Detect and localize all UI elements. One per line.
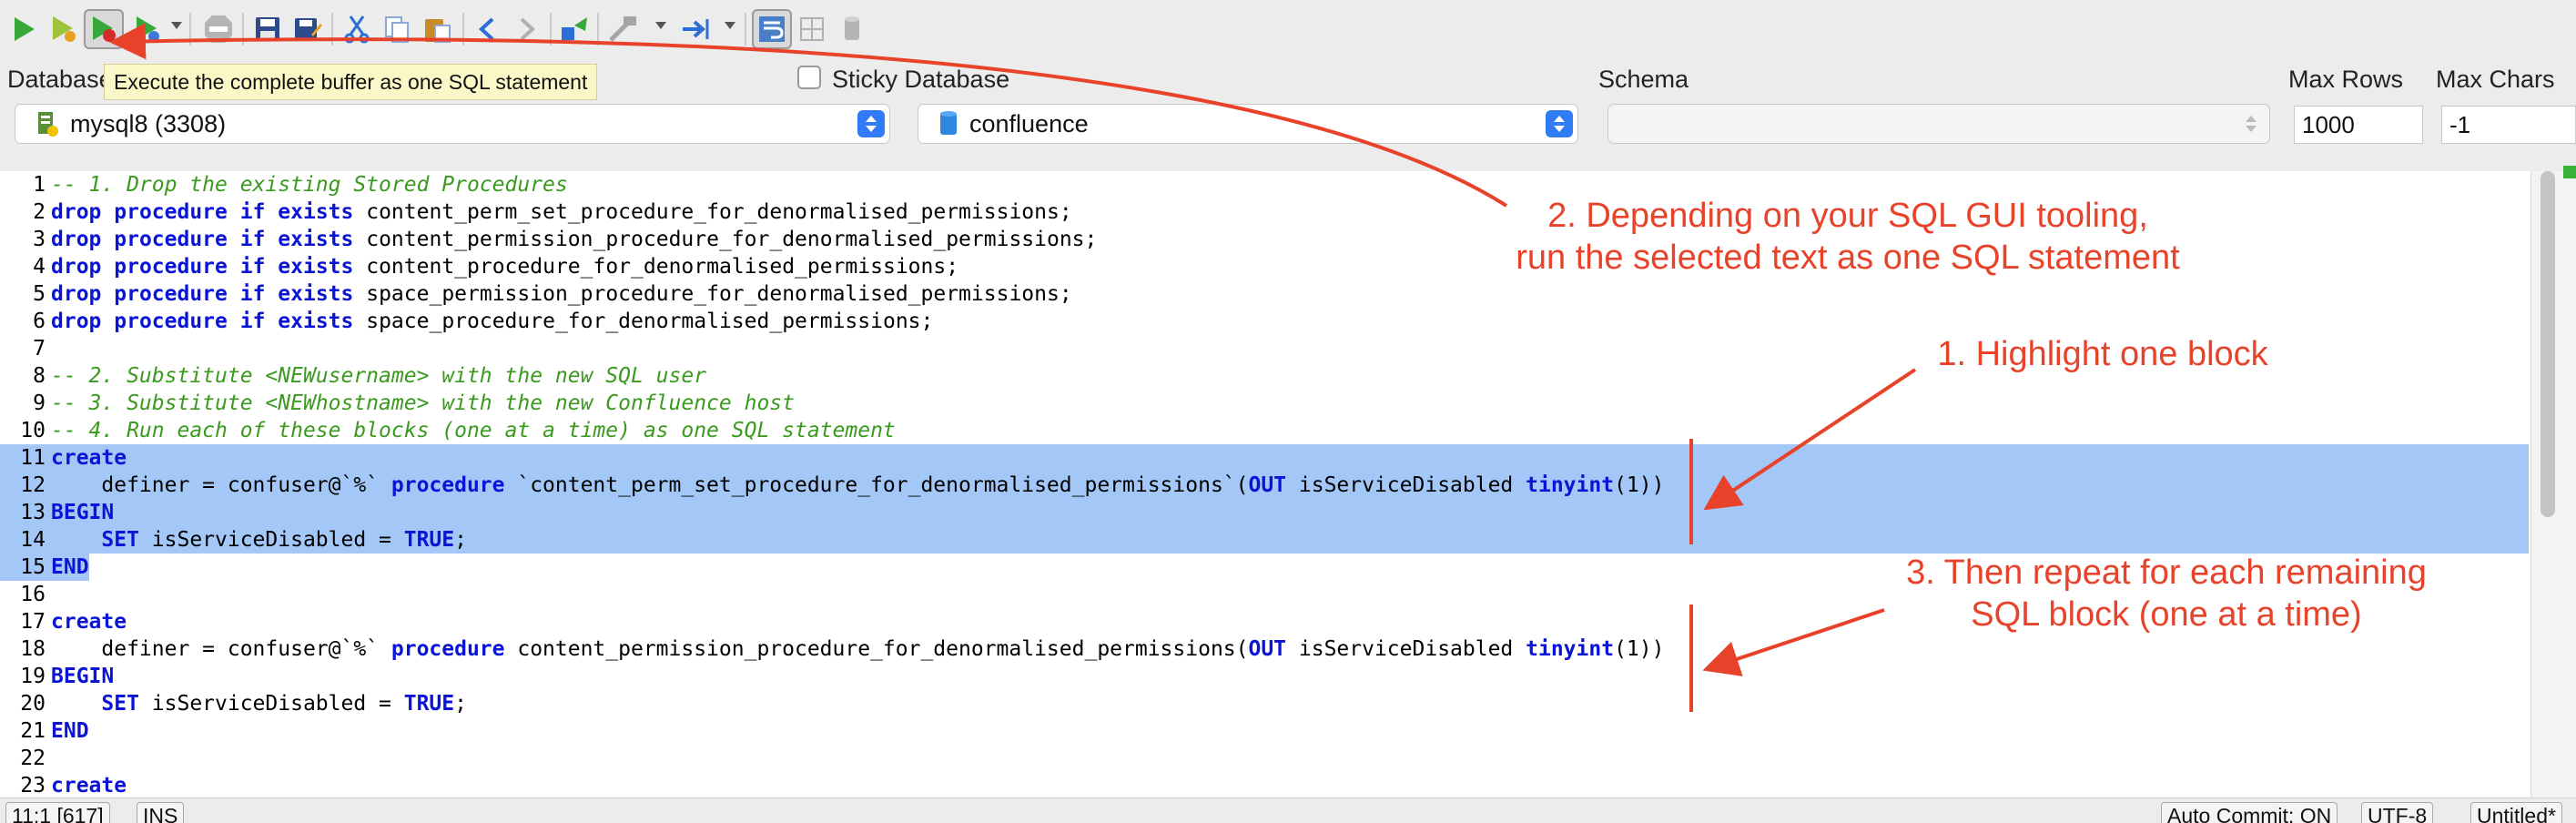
annotation-step1: 1. Highlight one block — [1921, 333, 2285, 375]
arrow-to-execute-button — [109, 23, 1508, 208]
annotation-arrows — [109, 23, 1917, 712]
annotation-step2: 2. Depending on your SQL GUI tooling, ru… — [1475, 195, 2221, 279]
annotation-line: 3. Then repeat for each remaining — [1906, 554, 2427, 592]
annotation-line: run the selected text as one SQL stateme… — [1516, 239, 2180, 277]
annotation-line: 2. Depending on your SQL GUI tooling, — [1547, 197, 2148, 235]
arrow-to-selected-block — [1703, 368, 1917, 511]
arrow-to-next-block — [1702, 608, 1885, 676]
annotation-line: SQL block (one at a time) — [1971, 595, 2362, 634]
annotation-line: 1. Highlight one block — [1937, 335, 2268, 373]
annotation-step3: 3. Then repeat for each remaining SQL bl… — [1875, 552, 2458, 635]
